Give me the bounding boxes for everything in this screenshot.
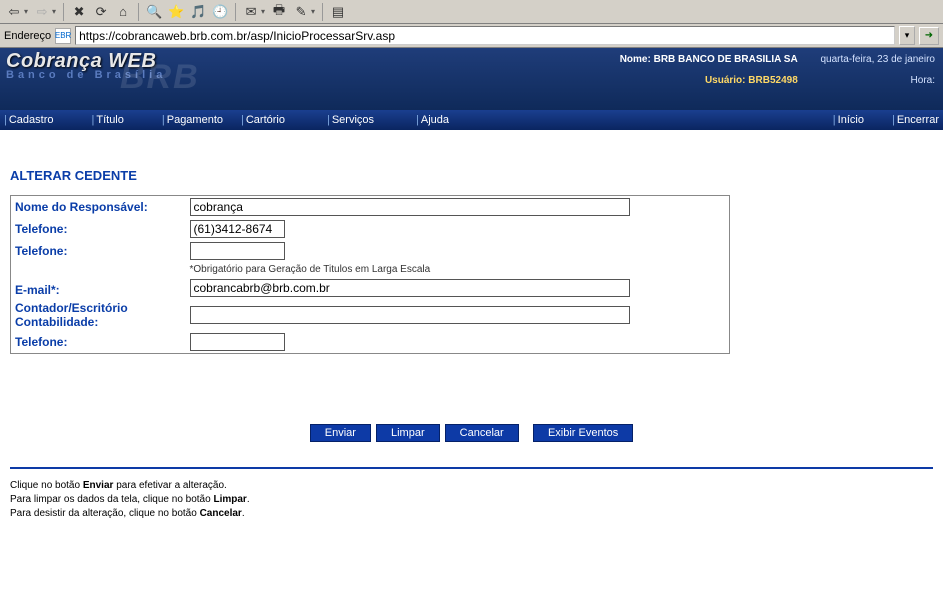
instruction-line: Para desistir da alteração, clique no bo… <box>10 507 933 521</box>
email-label: E-mail*: <box>11 262 186 299</box>
menu-inicio[interactable]: |Início <box>829 110 868 130</box>
responsavel-label: Nome do Responsável: <box>11 196 186 219</box>
instruction-line: Para limpar os dados da tela, clique no … <box>10 493 933 507</box>
email-hint: *Obrigatório para Geração de Titulos em … <box>186 262 730 277</box>
telefone3-label: Telefone: <box>11 331 186 354</box>
back-dropdown-icon[interactable]: ▾ <box>24 7 28 16</box>
instruction-bold: Limpar <box>213 494 246 505</box>
menu-bar: |Cadastro |Título |Pagamento |Cartório |… <box>0 110 943 130</box>
home-icon[interactable]: ⌂ <box>113 2 133 22</box>
discuss-icon[interactable]: ▤ <box>328 2 348 22</box>
app-subtitle: Banco de Brasília <box>6 69 166 81</box>
edit-icon[interactable]: ✎ <box>291 2 311 22</box>
menu-label: Serviços <box>332 114 374 126</box>
telefone2-input[interactable] <box>190 242 285 260</box>
menu-encerrar[interactable]: |Encerrar <box>888 110 943 130</box>
section-title: ALTERAR CEDENTE <box>10 168 933 183</box>
separator <box>63 3 64 21</box>
history-icon[interactable]: 🕘 <box>210 2 230 22</box>
address-bar: Endereço EBR ▾ ➜ <box>0 24 943 48</box>
page-content: ALTERAR CEDENTE Nome do Responsável: Tel… <box>0 130 943 529</box>
mail-icon[interactable]: ✉ <box>241 2 261 22</box>
instruction-line: Clique no botão Enviar para efetivar a a… <box>10 479 933 493</box>
forward-icon: ⇨ <box>32 2 52 22</box>
menu-label: Cadastro <box>9 114 54 126</box>
stop-icon[interactable]: ✖ <box>69 2 89 22</box>
menu-label: Encerrar <box>897 114 939 126</box>
menu-pagamento[interactable]: |Pagamento <box>158 110 227 130</box>
usuario-value: BRB52498 <box>748 75 797 86</box>
separator <box>322 3 323 21</box>
instruction-text: . <box>247 494 250 505</box>
form-table: Nome do Responsável: Telefone: Telefone:… <box>10 195 730 354</box>
enviar-button[interactable]: Enviar <box>310 424 371 442</box>
button-row: Enviar Limpar Cancelar Exibir Eventos <box>10 424 933 442</box>
page-icon: EBR <box>55 28 71 44</box>
back-icon[interactable]: ⇦ <box>4 2 24 22</box>
menu-label: Ajuda <box>421 114 449 126</box>
instruction-text: para efetivar a alteração. <box>113 480 226 491</box>
divider <box>10 467 933 469</box>
menu-cadastro[interactable]: |Cadastro <box>0 110 58 130</box>
header-banner: Cobrança WEB Banco de Brasília BRB Nome:… <box>0 48 943 110</box>
date-text: quarta-feira, 23 de janeiro <box>820 54 935 65</box>
menu-titulo[interactable]: |Título <box>88 110 128 130</box>
print-icon[interactable]: 🖶 <box>269 2 289 22</box>
instructions-block: Clique no botão Enviar para efetivar a a… <box>10 479 933 521</box>
contador-input[interactable] <box>190 306 630 324</box>
instruction-bold: Cancelar <box>200 508 242 519</box>
instruction-bold: Enviar <box>83 480 114 491</box>
menu-label: Início <box>838 114 864 126</box>
separator <box>138 3 139 21</box>
search-icon[interactable]: 🔍 <box>144 2 164 22</box>
address-dropdown-icon[interactable]: ▾ <box>899 26 915 45</box>
menu-cartorio[interactable]: |Cartório <box>237 110 289 130</box>
hora-label: Hora: <box>911 75 935 86</box>
menu-label: Título <box>96 114 124 126</box>
favorites-icon[interactable]: ⭐ <box>166 2 186 22</box>
contador-label: Contador/Escritório Contabilidade: <box>11 299 186 331</box>
instruction-text: Para limpar os dados da tela, clique no … <box>10 494 213 505</box>
mail-dropdown-icon[interactable]: ▾ <box>261 7 265 16</box>
responsavel-input[interactable] <box>190 198 630 216</box>
nome-value: BRB BANCO DE BRASILIA SA <box>654 54 798 65</box>
instruction-text: . <box>242 508 245 519</box>
go-button[interactable]: ➜ <box>919 27 939 45</box>
telefone1-input[interactable] <box>190 220 285 238</box>
media-icon[interactable]: 🎵 <box>188 2 208 22</box>
edit-dropdown-icon[interactable]: ▾ <box>311 7 315 16</box>
telefone1-label: Telefone: <box>11 218 186 240</box>
cancelar-button[interactable]: Cancelar <box>445 424 519 442</box>
menu-servicos[interactable]: |Serviços <box>323 110 378 130</box>
telefone3-input[interactable] <box>190 333 285 351</box>
usuario-label: Usuário: <box>705 75 746 86</box>
menu-label: Pagamento <box>167 114 223 126</box>
email-input[interactable] <box>190 279 630 297</box>
instruction-text: Clique no botão <box>10 480 83 491</box>
exibir-eventos-button[interactable]: Exibir Eventos <box>533 424 633 442</box>
separator <box>235 3 236 21</box>
menu-label: Cartório <box>246 114 285 126</box>
nome-label: Nome: <box>620 54 651 65</box>
menu-ajuda[interactable]: |Ajuda <box>412 110 453 130</box>
browser-toolbar: ⇦▾ ⇨▾ ✖ ⟳ ⌂ 🔍 ⭐ 🎵 🕘 ✉▾ 🖶 ✎▾ ▤ <box>0 0 943 24</box>
refresh-icon[interactable]: ⟳ <box>91 2 111 22</box>
address-input[interactable] <box>75 26 895 45</box>
forward-dropdown-icon[interactable]: ▾ <box>52 7 56 16</box>
telefone2-label: Telefone: <box>11 240 186 262</box>
instruction-text: Para desistir da alteração, clique no bo… <box>10 508 200 519</box>
address-label: Endereço <box>4 30 51 42</box>
limpar-button[interactable]: Limpar <box>376 424 440 442</box>
